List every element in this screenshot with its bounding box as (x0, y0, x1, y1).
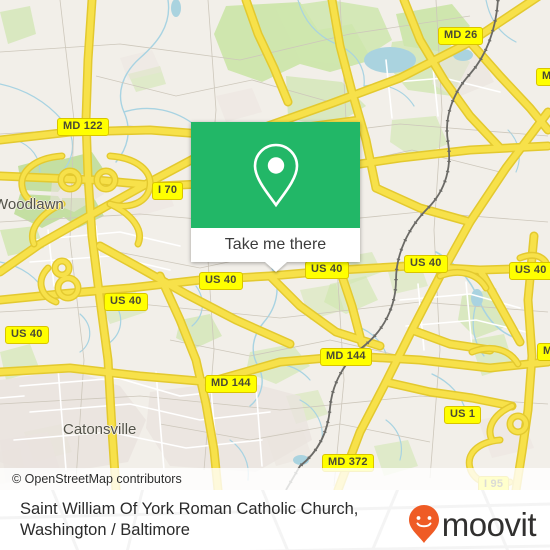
shield-i-70: I 70 (152, 182, 184, 200)
card-action-bar[interactable]: Take me there (191, 228, 360, 262)
moovit-logo[interactable]: moovit (408, 504, 537, 544)
shield-md-26: MD 26 (438, 27, 484, 45)
location-pin-icon (253, 143, 298, 208)
shield-us-40-a: US 40 (199, 272, 243, 290)
place-label-woodlawn: Woodlawn (0, 196, 64, 213)
map-screenshot: .road-major-case { stroke:#e3c92f; fill:… (0, 0, 550, 550)
shield-us-40-e: US 40 (104, 293, 148, 311)
place-label-catonsville: Catonsville (63, 421, 137, 438)
location-title-line1: Saint William Of York Roman Catholic Chu… (20, 500, 359, 518)
map-attribution-bar: © OpenStreetMap contributors (0, 468, 550, 490)
shield-md-144-b: MD 144 (205, 375, 257, 393)
shield-us-1: US 1 (444, 406, 482, 424)
osm-attribution-text[interactable]: © OpenStreetMap contributors (12, 472, 182, 486)
shield-md-144-a: MD 144 (320, 348, 372, 366)
location-title: Saint William Of York Roman Catholic Chu… (20, 499, 390, 541)
shield-us-40-c: US 40 (404, 255, 448, 273)
moovit-wordmark: moovit (441, 505, 537, 543)
shield-us-40-b: US 40 (305, 261, 349, 279)
card-marker-panel (191, 122, 360, 228)
location-title-line2: Washington / Baltimore (20, 521, 190, 539)
take-me-there-card[interactable]: Take me there (191, 122, 360, 272)
moovit-pin-icon (408, 505, 439, 543)
shield-us-40-f: US 40 (5, 326, 49, 344)
map-canvas[interactable]: .road-major-case { stroke:#e3c92f; fill:… (0, 0, 550, 490)
take-me-there-label: Take me there (224, 236, 327, 253)
shield-md-122: MD 122 (57, 118, 109, 136)
shield-md-edge-mid: MD 1 (537, 343, 550, 361)
card-pointer-tail (264, 262, 287, 272)
shield-md-edge-top: MD (536, 68, 550, 86)
shield-us-40-d: US 40 (509, 262, 550, 280)
page-footer: Saint William Of York Roman Catholic Chu… (0, 490, 550, 550)
